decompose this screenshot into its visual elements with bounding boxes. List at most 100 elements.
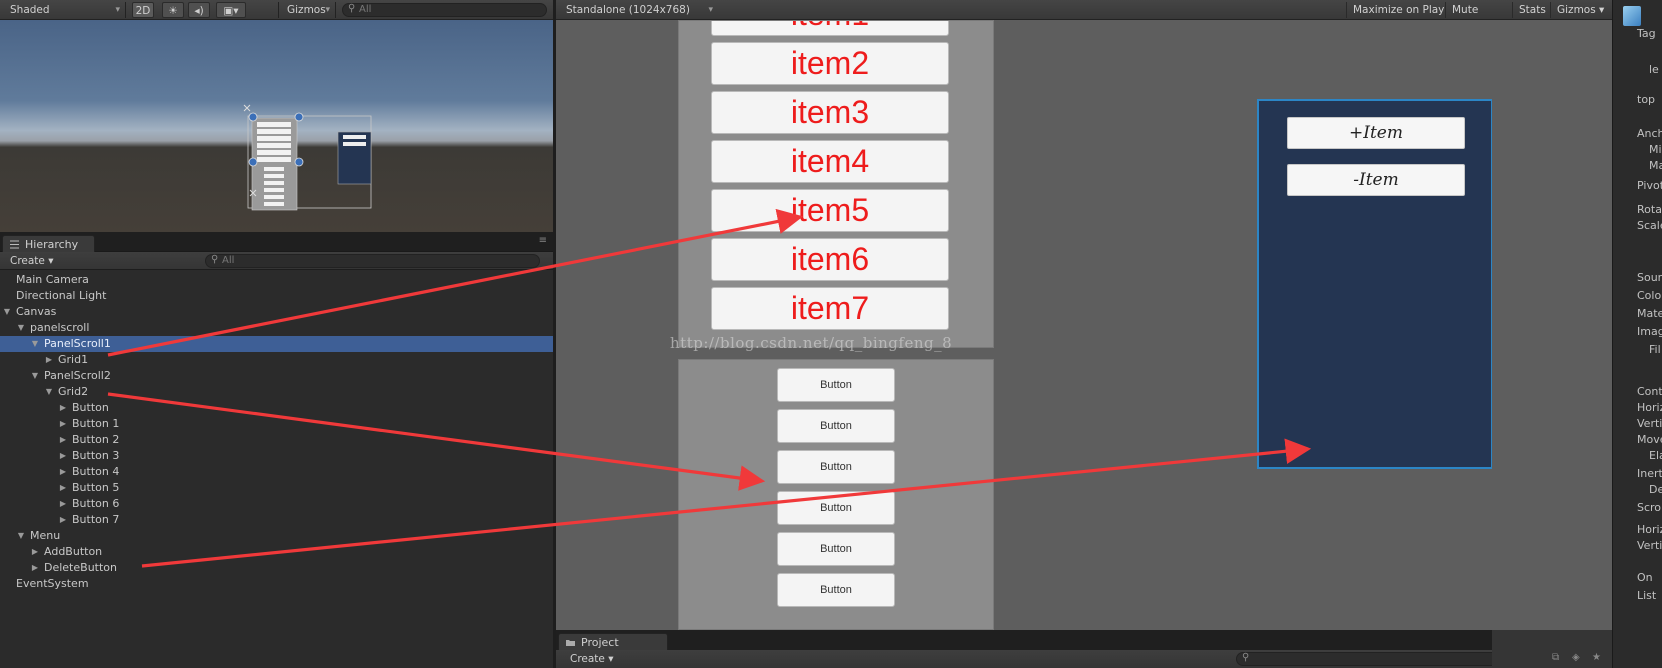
inspector-field-label: Mi: [1649, 143, 1662, 156]
hierarchy-item[interactable]: ▶ AddButton: [0, 544, 553, 560]
game-gizmos-dropdown[interactable]: Gizmos ▾: [1550, 2, 1610, 18]
hierarchy-item[interactable]: ▶ Button 4: [0, 464, 553, 480]
tab-project[interactable]: Project: [558, 633, 668, 650]
grid-button[interactable]: Button: [777, 450, 895, 484]
shading-mode-dropdown[interactable]: Shaded: [2, 2, 126, 18]
grid-button[interactable]: Button: [777, 368, 895, 402]
tab-project-label: Project: [581, 636, 619, 649]
hierarchy-item[interactable]: ▼ PanelScroll1: [0, 336, 553, 352]
panel-menu-icon[interactable]: ≡: [539, 235, 547, 246]
project-create-label: Create: [570, 653, 605, 665]
list-item[interactable]: item1: [711, 21, 949, 36]
list-item[interactable]: item2: [711, 42, 949, 85]
label-icon[interactable]: ◈: [1572, 652, 1580, 663]
collapsed-arrow-icon[interactable]: ▶: [58, 400, 68, 416]
hierarchy-item[interactable]: EventSystem: [0, 576, 553, 592]
add-item-button[interactable]: +Item: [1287, 117, 1465, 149]
expanded-arrow-icon[interactable]: ▼: [16, 320, 26, 336]
lighting-toggle[interactable]: ☀: [162, 2, 184, 18]
tab-hierarchy-label: Hierarchy: [25, 238, 79, 251]
maximize-on-play-toggle[interactable]: Maximize on Play: [1346, 2, 1450, 18]
hierarchy-item[interactable]: ▶ Button 2: [0, 432, 553, 448]
effects-dropdown[interactable]: ▣▾: [216, 2, 246, 18]
hierarchy-item[interactable]: ▶ DeleteButton: [0, 560, 553, 576]
collapsed-arrow-icon[interactable]: ▶: [58, 464, 68, 480]
hierarchy-item[interactable]: ▶ Button 1: [0, 416, 553, 432]
collapsed-arrow-icon[interactable]: ▶: [58, 480, 68, 496]
hierarchy-item[interactable]: ▶ Button 5: [0, 480, 553, 496]
inspector-field-label: le: [1649, 63, 1659, 76]
mode-2d-toggle[interactable]: 2D: [132, 2, 154, 18]
project-create-dropdown[interactable]: Create ▾: [570, 651, 614, 667]
hierarchy-item[interactable]: ▼ Grid2: [0, 384, 553, 400]
project-search-input[interactable]: [1236, 652, 1526, 666]
hierarchy-item[interactable]: ▼ PanelScroll2: [0, 368, 553, 384]
expanded-arrow-icon[interactable]: ▼: [2, 304, 12, 320]
collapsed-arrow-icon[interactable]: ▶: [30, 560, 40, 576]
menu-panel: +Item -Item: [1257, 99, 1492, 469]
scene-view: Shaded 2D ☀ ◂) ▣▾ Gizmos All: [0, 0, 553, 232]
audio-toggle[interactable]: ◂): [188, 2, 210, 18]
scene-search-placeholder: All: [359, 4, 372, 15]
hierarchy-create-label: Create: [10, 255, 45, 267]
list-item[interactable]: item6: [711, 238, 949, 281]
hierarchy-item[interactable]: ▶ Button 7: [0, 512, 553, 528]
scene-viewport[interactable]: [0, 20, 553, 232]
hierarchy-item-label: DeleteButton: [44, 561, 117, 574]
collapsed-arrow-icon[interactable]: ▶: [58, 432, 68, 448]
panel-scroll-1[interactable]: item1 item2 item3 item4 item5 item6 item7: [678, 20, 994, 348]
hierarchy-item-label: Button: [72, 401, 109, 414]
hierarchy-tree: Main Camera Directional Light ▼ Canvas ▼ pane…: [0, 272, 553, 668]
hierarchy-item-label: panelscroll: [30, 321, 90, 334]
expanded-arrow-icon[interactable]: ▼: [44, 384, 54, 400]
scene-search-input[interactable]: All: [342, 3, 547, 17]
collapsed-arrow-icon[interactable]: ▶: [44, 352, 54, 368]
resolution-dropdown[interactable]: Standalone (1024x768): [558, 2, 718, 18]
game-toolbar-right: Stats Gizmos ▾: [1492, 0, 1612, 20]
collapsed-arrow-icon[interactable]: ▶: [30, 544, 40, 560]
hierarchy-item[interactable]: Directional Light: [0, 288, 553, 304]
add-item-label: +Item: [1349, 123, 1403, 143]
star-icon[interactable]: ★: [1592, 652, 1601, 663]
hierarchy-item-label: PanelScroll1: [44, 337, 111, 350]
stats-label: Stats: [1519, 4, 1546, 16]
collapsed-arrow-icon[interactable]: ▶: [58, 512, 68, 528]
shading-mode-label: Shaded: [10, 4, 50, 16]
image-icon: ▣▾: [223, 5, 239, 17]
expanded-arrow-icon[interactable]: ▼: [30, 336, 40, 352]
hierarchy-create-dropdown[interactable]: Create ▾: [10, 253, 54, 269]
panel-scroll-2[interactable]: Button Button Button Button Button Button: [678, 359, 994, 630]
hierarchy-item[interactable]: ▶ Button 6: [0, 496, 553, 512]
collapsed-arrow-icon[interactable]: ▶: [58, 416, 68, 432]
hierarchy-item[interactable]: ▶ Button: [0, 400, 553, 416]
grid-button[interactable]: Button: [777, 409, 895, 443]
list-item[interactable]: item5: [711, 189, 949, 232]
mute-audio-toggle[interactable]: Mute audio: [1445, 2, 1492, 32]
tab-hierarchy[interactable]: Hierarchy: [2, 235, 96, 252]
expanded-arrow-icon[interactable]: ▼: [16, 528, 26, 544]
list-item[interactable]: item3: [711, 91, 949, 134]
collapsed-arrow-icon[interactable]: ▶: [58, 496, 68, 512]
hierarchy-item[interactable]: ▼ panelscroll: [0, 320, 553, 336]
stats-toggle[interactable]: Stats: [1512, 2, 1552, 18]
inspector-field-label: Scro: [1637, 501, 1662, 514]
filter-by-type-icon[interactable]: ⧉: [1552, 652, 1559, 663]
delete-item-button[interactable]: -Item: [1287, 164, 1465, 196]
hierarchy-item-label: Main Camera: [16, 273, 89, 286]
collapsed-arrow-icon[interactable]: ▶: [58, 448, 68, 464]
hierarchy-item[interactable]: Main Camera: [0, 272, 553, 288]
hierarchy-item-label: AddButton: [44, 545, 103, 558]
scene-gizmos-dropdown[interactable]: Gizmos: [278, 2, 336, 18]
grid-button[interactable]: Button: [777, 491, 895, 525]
list-item[interactable]: item7: [711, 287, 949, 330]
grid-button[interactable]: Button: [777, 573, 895, 607]
grid-button[interactable]: Button: [777, 532, 895, 566]
hierarchy-item[interactable]: ▼ Menu: [0, 528, 553, 544]
hierarchy-item[interactable]: ▶ Button 3: [0, 448, 553, 464]
hierarchy-search-input[interactable]: All: [205, 254, 540, 268]
hierarchy-item[interactable]: ▼ Canvas: [0, 304, 553, 320]
list-item[interactable]: item4: [711, 140, 949, 183]
expanded-arrow-icon[interactable]: ▼: [30, 368, 40, 384]
inspector-field-label: Horiz: [1637, 401, 1662, 414]
hierarchy-item[interactable]: ▶ Grid1: [0, 352, 553, 368]
